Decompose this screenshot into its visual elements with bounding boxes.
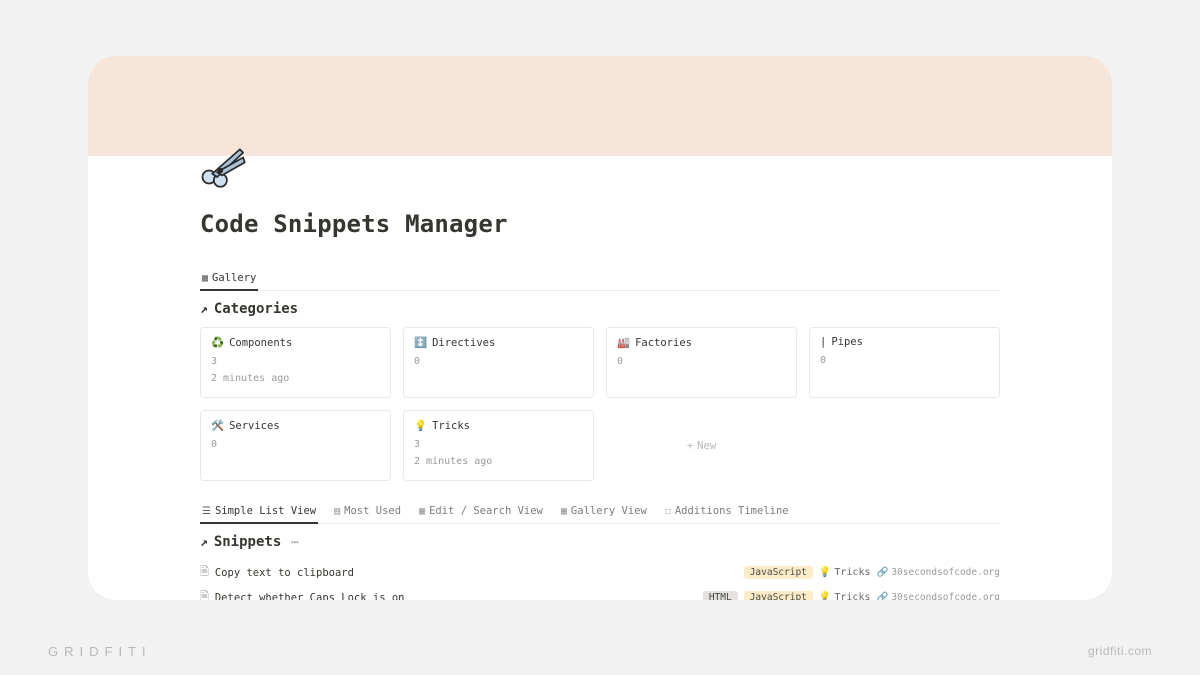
card-name: Directives: [432, 337, 495, 349]
page-title: Code Snippets Manager: [200, 210, 1000, 238]
snippet-row[interactable]: 🗎 Detect whether Caps Lock is on HTML Ja…: [200, 585, 1000, 600]
open-arrow-icon: ↗: [200, 302, 208, 317]
categories-gallery: ♻️ Components 3 2 minutes ago ↕️ Directive…: [200, 327, 1000, 481]
tab-label: Most Used: [344, 505, 401, 517]
card-name: Factories: [635, 337, 692, 349]
tag-pill: HTML: [703, 591, 738, 600]
tab-edit-search[interactable]: ▦ Edit / Search View: [417, 501, 545, 523]
card-count: 3: [414, 436, 583, 453]
category-card[interactable]: 💡 Tricks 3 2 minutes ago: [403, 410, 594, 481]
plus-icon: +: [687, 440, 693, 452]
card-count: 0: [414, 353, 583, 370]
list-icon: ☰: [202, 506, 211, 517]
snippets-view-tabs: ☰ Simple List View ▤ Most Used ▦ Edit / …: [200, 501, 1000, 524]
link-icon: 🔗: [876, 592, 888, 600]
scissors-icon: [196, 138, 248, 193]
heading-text: Snippets: [214, 534, 281, 550]
tab-gallery[interactable]: ▦ Gallery: [200, 268, 258, 290]
card-count: 0: [211, 436, 380, 453]
category-card[interactable]: ↕️ Directives 0: [403, 327, 594, 398]
open-arrow-icon: ↗: [200, 535, 208, 550]
tab-timeline[interactable]: ☐ Additions Timeline: [663, 501, 791, 523]
card-count: 0: [617, 353, 786, 370]
category-card[interactable]: 🛠️ Services 0: [200, 410, 391, 481]
tab-most-used[interactable]: ▤ Most Used: [332, 501, 403, 523]
bulb-icon: 💡: [414, 419, 427, 432]
brand-right: gridfiti.com: [1088, 644, 1152, 659]
gallery-icon: ▦: [561, 506, 567, 517]
page-icon: 🗎: [200, 588, 209, 600]
category-tag: 💡 Tricks: [819, 567, 871, 578]
tab-label: Additions Timeline: [675, 505, 789, 517]
card-count: 3: [211, 353, 380, 370]
card-time: 2 minutes ago: [414, 453, 583, 470]
gallery-icon: ▦: [202, 273, 208, 284]
tag-pill: JavaScript: [744, 566, 813, 579]
table-icon: ▦: [419, 506, 425, 517]
recycle-icon: ♻️: [211, 336, 224, 349]
source-link[interactable]: 🔗 30secondsofcode.org: [876, 592, 1000, 600]
snippets-list: 🗎 Copy text to clipboard JavaScript 💡 Tr…: [200, 560, 1000, 600]
tab-label: Simple List View: [215, 505, 316, 517]
category-card[interactable]: | Pipes 0: [809, 327, 1000, 398]
timeline-icon: ☐: [665, 506, 671, 517]
category-card[interactable]: 🏭 Factories 0: [606, 327, 797, 398]
snippet-title: Detect whether Caps Lock is on: [215, 592, 405, 601]
card-name: Components: [229, 337, 292, 349]
snippet-row[interactable]: 🗎 Copy text to clipboard JavaScript 💡 Tr…: [200, 560, 1000, 585]
tab-label: Edit / Search View: [429, 505, 543, 517]
card-name: Pipes: [831, 336, 863, 348]
pipe-icon: |: [820, 336, 826, 348]
new-label: New: [697, 440, 716, 452]
card-name: Services: [229, 420, 280, 432]
snippet-title: Copy text to clipboard: [215, 567, 354, 579]
brand-left: GRIDFITI: [48, 644, 152, 659]
snippets-heading[interactable]: ↗ Snippets ⋯: [200, 534, 1000, 550]
categories-view-tabs: ▦ Gallery: [200, 268, 1000, 291]
heading-text: Categories: [214, 301, 298, 317]
categories-heading[interactable]: ↗ Categories: [200, 301, 1000, 317]
tools-icon: 🛠️: [211, 419, 224, 432]
factory-icon: 🏭: [617, 336, 630, 349]
tag-pill: JavaScript: [744, 591, 813, 600]
list-icon: ▤: [334, 506, 340, 517]
bulb-icon: 💡: [819, 592, 831, 600]
more-icon[interactable]: ⋯: [291, 535, 300, 549]
tab-label: Gallery View: [571, 505, 647, 517]
source-link[interactable]: 🔗 30secondsofcode.org: [876, 567, 1000, 578]
new-category-button[interactable]: + New: [606, 410, 797, 481]
link-icon: 🔗: [876, 567, 888, 578]
tab-gallery-view[interactable]: ▦ Gallery View: [559, 501, 649, 523]
arrows-icon: ↕️: [414, 336, 427, 349]
watermark-footer: GRIDFITI gridfiti.com: [0, 644, 1200, 659]
page-content: Code Snippets Manager ▦ Gallery ↗ Catego…: [88, 156, 1112, 600]
category-tag: 💡 Tricks: [819, 592, 871, 600]
card-time: 2 minutes ago: [211, 370, 380, 387]
category-card[interactable]: ♻️ Components 3 2 minutes ago: [200, 327, 391, 398]
tab-simple-list[interactable]: ☰ Simple List View: [200, 501, 318, 523]
bulb-icon: 💡: [819, 567, 831, 578]
card-count: 0: [820, 352, 989, 369]
page-icon: 🗎: [200, 563, 209, 582]
card-name: Tricks: [432, 420, 470, 432]
notion-page: Code Snippets Manager ▦ Gallery ↗ Catego…: [88, 56, 1112, 600]
tab-label: Gallery: [212, 272, 256, 284]
